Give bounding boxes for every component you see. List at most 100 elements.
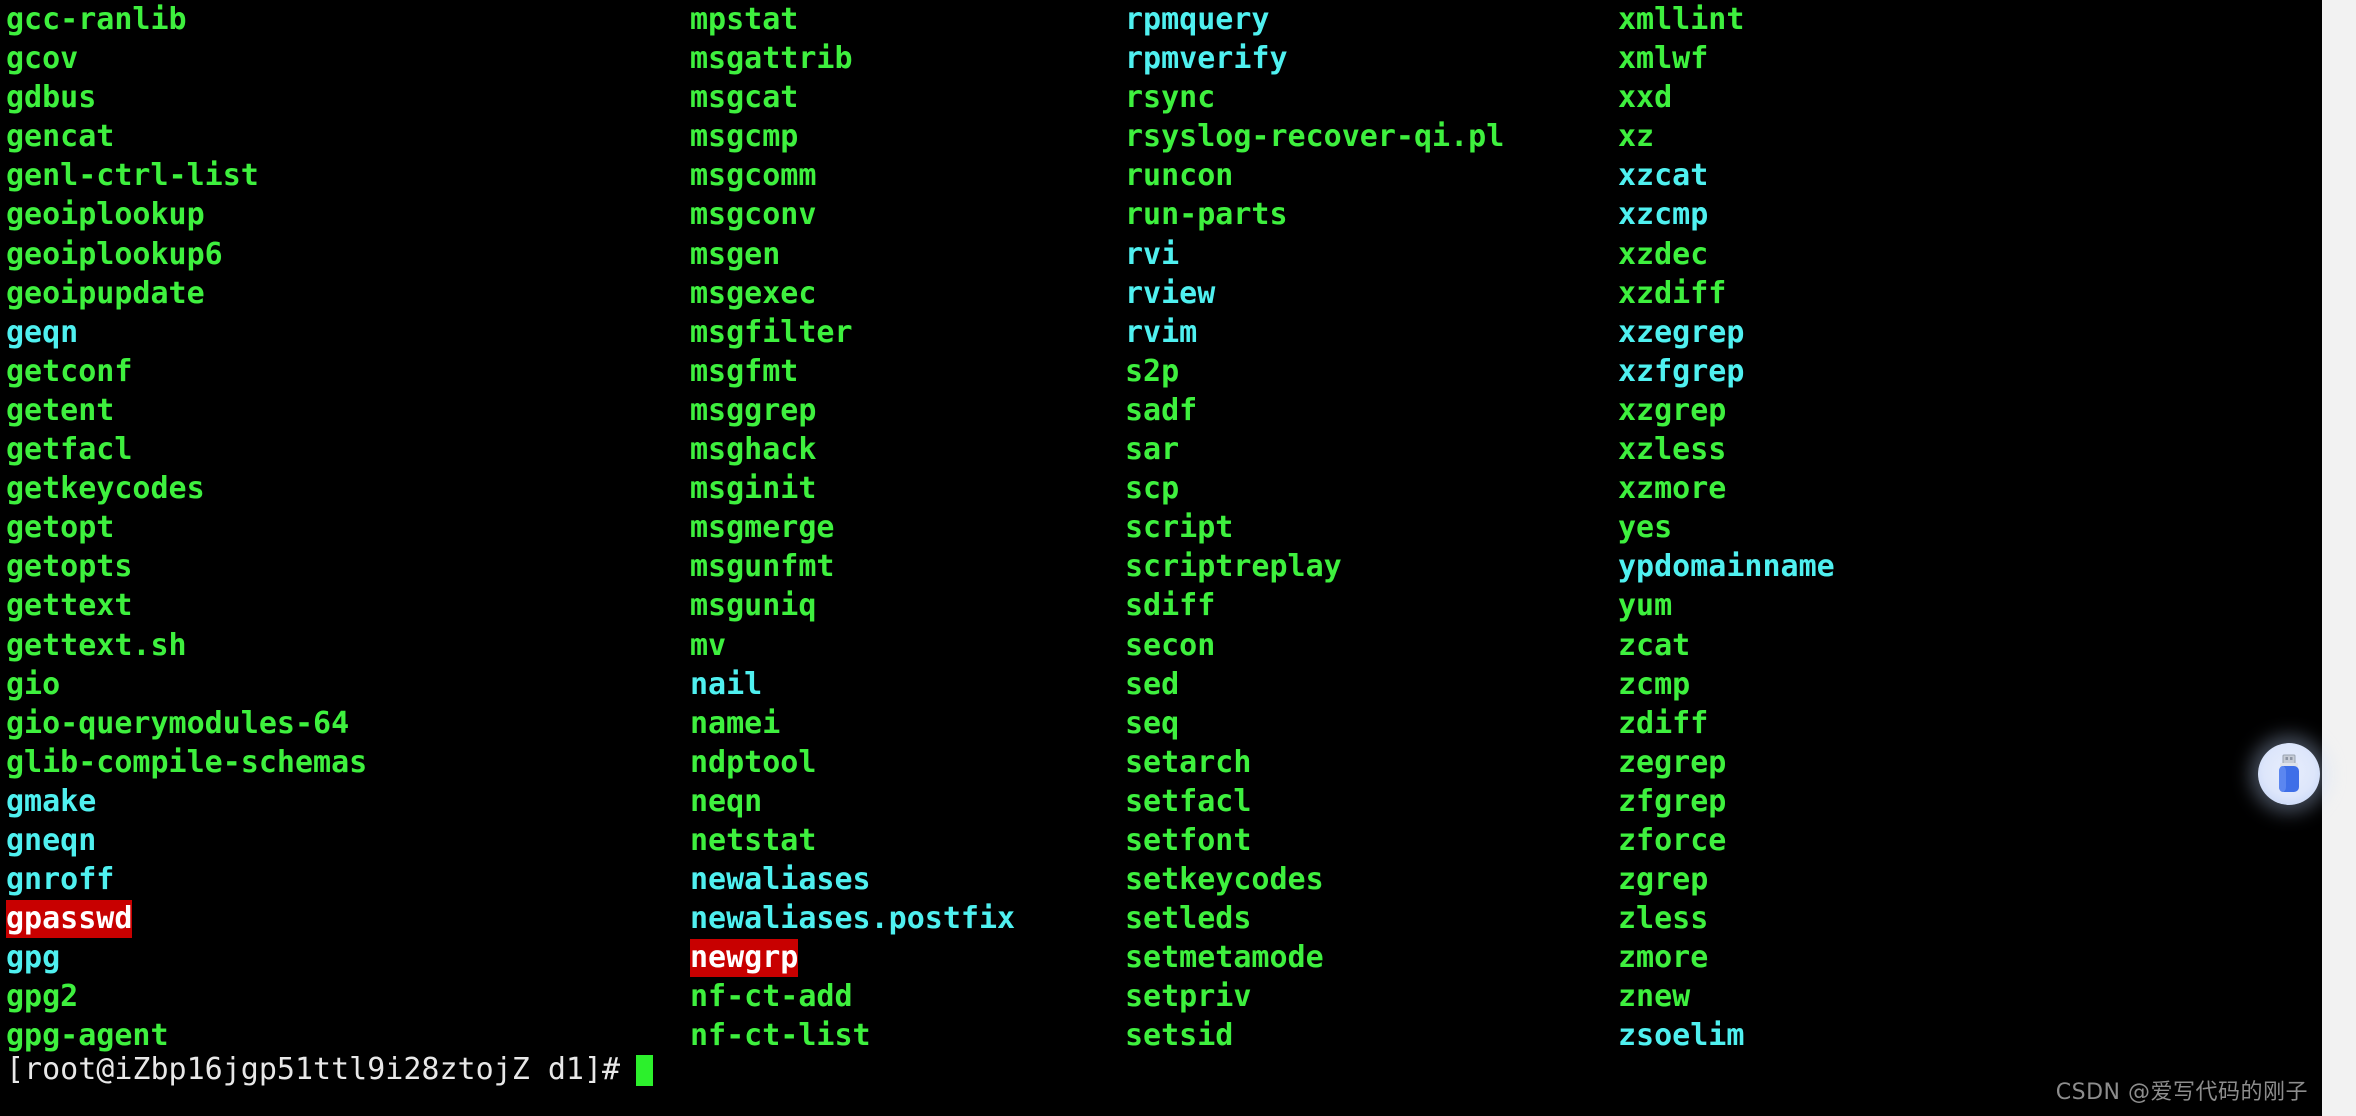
command-entry[interactable]: nf-ct-add [690,977,1125,1016]
command-entry[interactable]: setmetamode [1125,938,1618,977]
command-entry[interactable]: ypdomainname [1618,547,2356,586]
command-entry[interactable]: gencat [6,117,690,156]
command-entry[interactable]: xzdec [1618,235,2356,274]
command-entry[interactable]: s2p [1125,352,1618,391]
command-entry[interactable]: zcmp [1618,665,2356,704]
command-entry[interactable]: script [1125,508,1618,547]
command-entry[interactable]: seq [1125,704,1618,743]
command-entry[interactable]: gneqn [6,821,690,860]
command-entry[interactable]: zsoelim [1618,1016,2356,1055]
command-entry[interactable]: rpmverify [1125,39,1618,78]
command-entry[interactable]: gpg2 [6,977,690,1016]
command-entry[interactable]: geoiplookup6 [6,235,690,274]
command-entry[interactable]: xzgrep [1618,391,2356,430]
command-entry[interactable]: msgcat [690,78,1125,117]
command-entry[interactable]: geoipupdate [6,274,690,313]
command-entry[interactable]: zmore [1618,938,2356,977]
command-entry[interactable]: msgcomm [690,156,1125,195]
command-entry[interactable]: zcat [1618,626,2356,665]
command-entry[interactable]: runcon [1125,156,1618,195]
command-entry[interactable]: zless [1618,899,2356,938]
command-entry[interactable]: msgconv [690,195,1125,234]
command-entry[interactable]: getfacl [6,430,690,469]
command-entry[interactable]: rview [1125,274,1618,313]
command-entry[interactable]: msgmerge [690,508,1125,547]
command-entry[interactable]: setleds [1125,899,1618,938]
command-entry[interactable]: setsid [1125,1016,1618,1055]
command-entry[interactable]: glib-compile-schemas [6,743,690,782]
command-entry[interactable]: xmlwf [1618,39,2356,78]
command-entry[interactable]: msginit [690,469,1125,508]
command-entry[interactable]: yes [1618,508,2356,547]
command-entry[interactable]: xz [1618,117,2356,156]
command-entry[interactable]: rsync [1125,78,1618,117]
command-entry[interactable]: nail [690,665,1125,704]
command-entry[interactable]: xzegrep [1618,313,2356,352]
command-entry[interactable]: xzmore [1618,469,2356,508]
command-entry[interactable]: gdbus [6,78,690,117]
command-entry[interactable]: znew [1618,977,2356,1016]
command-entry[interactable]: yum [1618,586,2356,625]
command-entry[interactable]: mpstat [690,0,1125,39]
command-entry[interactable]: scriptreplay [1125,547,1618,586]
command-entry[interactable]: run-parts [1125,195,1618,234]
command-entry[interactable]: gettext.sh [6,626,690,665]
command-entry[interactable]: xzcat [1618,156,2356,195]
command-entry[interactable]: msgfmt [690,352,1125,391]
command-entry[interactable]: zgrep [1618,860,2356,899]
command-entry[interactable]: getkeycodes [6,469,690,508]
command-entry[interactable]: zfgrep [1618,782,2356,821]
command-entry[interactable]: sed [1125,665,1618,704]
command-entry[interactable]: rvim [1125,313,1618,352]
command-entry[interactable]: msgexec [690,274,1125,313]
command-entry[interactable]: gcov [6,39,690,78]
command-entry[interactable]: nf-ct-list [690,1016,1125,1055]
command-entry[interactable]: gpg [6,938,690,977]
command-entry[interactable]: secon [1125,626,1618,665]
command-entry[interactable]: msguniq [690,586,1125,625]
command-entry[interactable]: setkeycodes [1125,860,1618,899]
command-entry[interactable]: ndptool [690,743,1125,782]
command-entry[interactable]: gettext [6,586,690,625]
command-entry[interactable]: msgattrib [690,39,1125,78]
command-entry[interactable]: geoiplookup [6,195,690,234]
command-entry[interactable]: newaliases.postfix [690,899,1125,938]
command-entry[interactable]: namei [690,704,1125,743]
command-entry[interactable]: xzfgrep [1618,352,2356,391]
command-entry[interactable]: getopt [6,508,690,547]
command-entry[interactable]: gio [6,665,690,704]
command-entry[interactable]: xmllint [1618,0,2356,39]
command-entry[interactable]: rpmquery [1125,0,1618,39]
command-entry[interactable]: setfacl [1125,782,1618,821]
shell-prompt-line[interactable]: [root@iZbp16jgp51ttl9i28ztojZ d1]# [6,1050,654,1090]
command-entry[interactable]: msggrep [690,391,1125,430]
command-entry[interactable]: genl-ctrl-list [6,156,690,195]
command-entry[interactable]: xzless [1618,430,2356,469]
command-entry[interactable]: getopts [6,547,690,586]
command-entry[interactable]: getconf [6,352,690,391]
command-entry[interactable]: zforce [1618,821,2356,860]
command-entry[interactable]: msgen [690,235,1125,274]
command-entry[interactable]: msgcmp [690,117,1125,156]
command-entry[interactable]: sadf [1125,391,1618,430]
usb-drive-icon[interactable] [2258,743,2320,805]
command-entry[interactable]: msgunfmt [690,547,1125,586]
command-entry[interactable]: xzdiff [1618,274,2356,313]
command-entry[interactable]: msghack [690,430,1125,469]
command-entry[interactable]: neqn [690,782,1125,821]
command-entry[interactable]: setfont [1125,821,1618,860]
command-entry[interactable]: rsyslog-recover-qi.pl [1125,117,1618,156]
command-entry[interactable]: sar [1125,430,1618,469]
command-entry[interactable]: zdiff [1618,704,2356,743]
command-entry[interactable]: gio-querymodules-64 [6,704,690,743]
command-entry[interactable]: rvi [1125,235,1618,274]
command-entry[interactable]: newaliases [690,860,1125,899]
command-entry[interactable]: setarch [1125,743,1618,782]
command-entry[interactable]: getent [6,391,690,430]
command-entry[interactable]: xzcmp [1618,195,2356,234]
command-entry[interactable]: msgfilter [690,313,1125,352]
command-entry[interactable]: setpriv [1125,977,1618,1016]
command-entry[interactable]: scp [1125,469,1618,508]
command-entry[interactable]: gpasswd [6,899,690,939]
command-entry[interactable]: gnroff [6,860,690,899]
